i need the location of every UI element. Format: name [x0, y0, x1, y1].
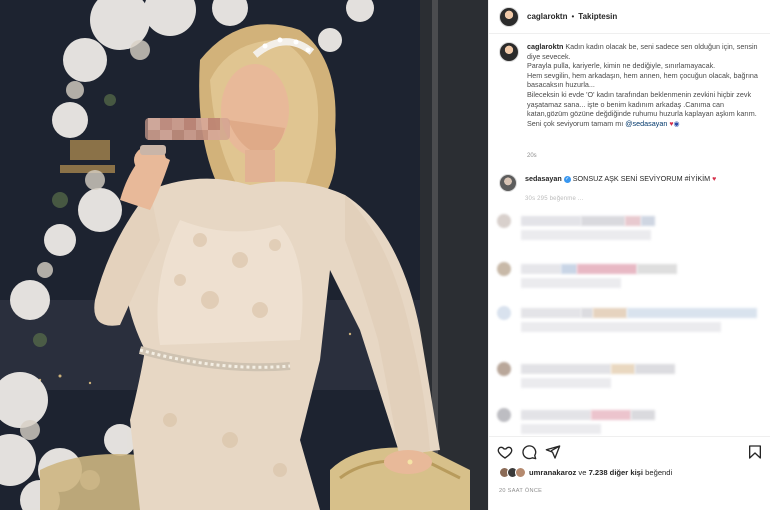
caption-username[interactable]: caglaroktn	[527, 42, 563, 51]
blurred-segment	[521, 378, 611, 388]
caption-line-2: Parayla pulla, kariyerle, kimin ne dediğ…	[527, 61, 716, 71]
blurred-segment	[521, 230, 651, 240]
liker-avatar	[515, 467, 526, 478]
blurred-segment	[561, 264, 577, 274]
follow-status[interactable]: Takiptesin	[578, 12, 617, 21]
blurred-segment	[627, 308, 757, 318]
blurred-segment	[521, 264, 561, 274]
likes-count[interactable]: 7.238 diğer kişi	[589, 468, 643, 477]
blurred-segment	[521, 410, 591, 420]
likes-summary: umranakaroz ve 7.238 diğer kişi beğendi	[499, 467, 672, 478]
blurred-segment	[521, 364, 611, 374]
photo-illustration	[0, 0, 488, 510]
caption-text: caglaroktn Kadın kadın olacak be, seni s…	[527, 42, 763, 129]
blurred-avatar	[497, 362, 511, 376]
blurred-avatar	[497, 306, 511, 320]
caption-mention[interactable]: @sedasayan	[625, 119, 667, 128]
blurred-segment	[577, 264, 637, 274]
blurred-segment	[521, 424, 601, 434]
posted-time[interactable]: 20 SAAT ÖNCE	[499, 488, 542, 494]
blurred-segment	[625, 216, 641, 226]
comment-bubble-icon[interactable]	[521, 444, 537, 460]
author-avatar[interactable]	[499, 6, 519, 27]
comment-text: sedasayan ✓ SONSUZ AŞK SENİ SEVİYORUM #İ…	[525, 174, 716, 184]
caption-avatar[interactable]	[499, 42, 519, 62]
blurred-segment	[635, 364, 675, 374]
paper-plane-icon[interactable]	[545, 444, 561, 460]
heart-outline-icon[interactable]	[497, 444, 513, 460]
blurred-segment	[521, 216, 581, 226]
blurred-segment	[591, 410, 631, 420]
blurred-avatar	[497, 262, 511, 276]
commenter-username[interactable]: sedasayan	[525, 174, 562, 183]
action-bar	[489, 436, 770, 464]
caption-age: 20s	[527, 153, 537, 159]
likes-suffix: beğendi	[645, 468, 673, 477]
blurred-avatar	[497, 214, 511, 228]
blurred-segment	[521, 308, 581, 318]
blurred-segment	[521, 278, 621, 288]
comment-meta: 30s 295 beğenme ...	[525, 196, 584, 202]
comment-heart-icon: ♥	[712, 176, 717, 183]
separator-dot: •	[571, 12, 575, 21]
comment-body: SONSUZ AŞK SENİ SEVİYORUM #İYİKİM	[572, 174, 711, 183]
blurred-segment	[637, 264, 677, 274]
comment-row: sedasayan ✓ SONSUZ AŞK SENİ SEVİYORUM #İ…	[499, 174, 765, 192]
commenter-avatar[interactable]	[499, 174, 517, 192]
blurred-avatar	[497, 408, 511, 422]
bookmark-icon[interactable]	[747, 444, 763, 460]
blurred-segment	[581, 308, 593, 318]
caption-line-3: Hem sevgilin, hem arkadaşın, hem annen, …	[527, 70, 758, 90]
post-header: caglaroktn • Takiptesin	[489, 0, 770, 34]
liker-username[interactable]: umranakaroz	[529, 468, 576, 477]
verified-badge-icon: ✓	[563, 175, 571, 183]
blurred-segment	[641, 216, 655, 226]
blurred-segment	[521, 322, 721, 332]
blurred-segment	[593, 308, 627, 318]
post-side-panel: caglaroktn • Takiptesin caglaroktn Kadın…	[488, 0, 770, 510]
evil-eye-icon: ◉	[673, 120, 680, 128]
blurred-segment	[611, 364, 635, 374]
likes-connector: ve	[578, 468, 587, 477]
author-username[interactable]: caglaroktn	[527, 12, 567, 21]
likes-text: umranakaroz ve 7.238 diğer kişi beğendi	[529, 468, 672, 477]
post-photo[interactable]	[0, 0, 488, 510]
blurred-segment	[581, 216, 625, 226]
post-caption: caglaroktn Kadın kadın olacak be, seni s…	[499, 42, 765, 129]
blurred-segment	[631, 410, 655, 420]
